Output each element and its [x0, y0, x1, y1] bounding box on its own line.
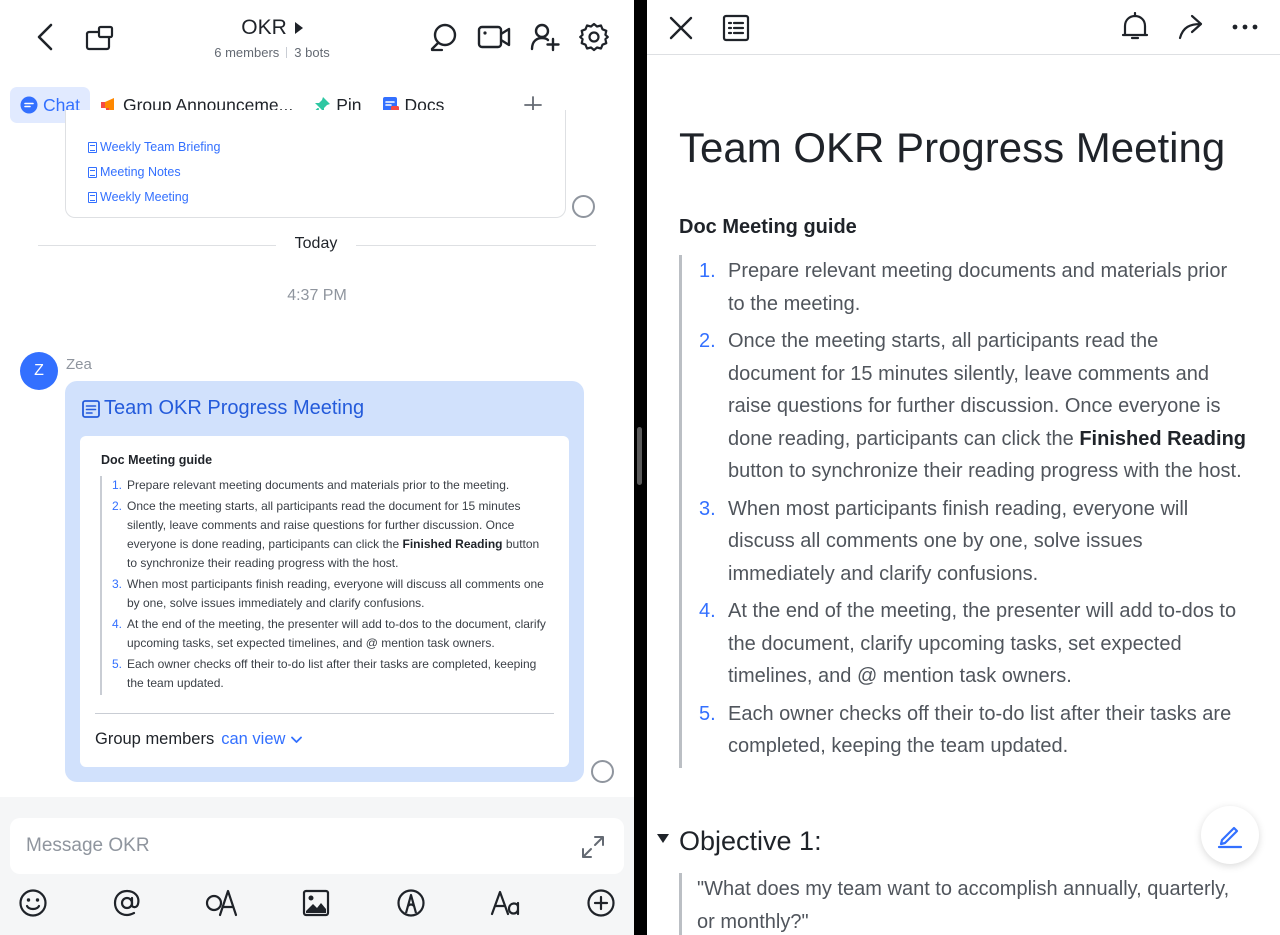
chat-pane: OKR 6 members 3 bots Chat Group Announce… — [0, 0, 634, 935]
member-count: 6 members — [214, 45, 280, 60]
preview-list: 1. Prepare relevant meeting documents and… — [100, 476, 550, 695]
doc-icon — [88, 191, 97, 203]
video-call-icon[interactable] — [476, 20, 512, 54]
mention-at-icon[interactable] — [110, 886, 144, 920]
doc-icon — [88, 141, 97, 153]
permission-dropdown[interactable]: can view — [221, 730, 303, 749]
permission-label: Group members — [95, 730, 215, 748]
preview-divider — [95, 713, 554, 714]
toolbar-divider — [647, 54, 1280, 55]
doc-card-title[interactable]: Team OKR Progress Meeting — [81, 397, 364, 420]
list-item: 5. Each owner checks off their to-do list… — [112, 657, 537, 690]
pencil-icon — [1217, 826, 1243, 849]
more-plus-icon[interactable] — [584, 886, 618, 920]
list-item: 1. Prepare relevant meeting documents and… — [112, 478, 510, 492]
doc-icon — [82, 399, 100, 418]
list-item[interactable]: 1. Prepare relevant meeting documents and… — [699, 255, 1249, 320]
chat-bubble-icon — [20, 96, 38, 114]
objective-quote[interactable]: "What does my team want to accomplish an… — [679, 873, 1239, 935]
expand-icon[interactable] — [578, 832, 608, 862]
list-item: 2. Once the meeting starts, all participa… — [112, 499, 540, 570]
share-icon[interactable] — [1174, 11, 1206, 43]
select-message-checkbox[interactable] — [572, 195, 595, 218]
image-icon[interactable] — [299, 886, 333, 920]
chat-header[interactable]: OKR 6 members 3 bots — [200, 16, 344, 60]
message-timestamp: 4:37 PM — [287, 287, 347, 304]
list-item: 3. When most participants finish reading,… — [112, 577, 544, 610]
list-item[interactable]: 2. Once the meeting starts, all participa… — [699, 325, 1249, 488]
doc-title[interactable]: Team OKR Progress Meeting — [679, 124, 1225, 172]
list-item[interactable]: 3. When most participants finish reading,… — [699, 493, 1249, 591]
more-options-icon[interactable] — [1229, 11, 1261, 43]
add-member-icon[interactable] — [528, 20, 562, 54]
select-message-checkbox[interactable] — [591, 760, 614, 783]
doc-icon — [88, 166, 97, 178]
chevron-down-icon — [291, 736, 303, 743]
doc-pane: Team OKR Progress Meeting Doc Meeting gu… — [647, 0, 1280, 935]
bot-count: 3 bots — [294, 45, 330, 60]
doc-section-heading[interactable]: Doc Meeting guide — [679, 216, 857, 239]
edit-pencil-button[interactable] — [1201, 806, 1259, 864]
chat-member-info: 6 members 3 bots — [200, 45, 344, 60]
doc-share-card[interactable]: Team OKR Progress Meeting Doc Meeting gu… — [65, 381, 584, 782]
text-format-icon[interactable] — [488, 886, 524, 920]
emoji-icon[interactable] — [16, 886, 50, 920]
outline-icon[interactable] — [720, 12, 752, 44]
avatar[interactable]: Z — [20, 352, 58, 390]
split-drag-handle[interactable] — [637, 427, 642, 485]
doc-preview[interactable]: Doc Meeting guide 1. Prepare relevant mee… — [80, 436, 569, 767]
sender-name: Zea — [66, 356, 92, 373]
date-divider-label: Today — [276, 235, 356, 253]
list-item[interactable]: 5. Each owner checks off their to-do list… — [699, 698, 1249, 763]
list-item: 4. At the end of the meeting, the present… — [112, 617, 546, 650]
collapse-caret-icon[interactable] — [657, 834, 669, 843]
back-icon[interactable] — [28, 20, 62, 54]
chat-title-arrow-icon — [294, 22, 303, 34]
font-ai-icon[interactable] — [204, 886, 240, 920]
previous-message-card[interactable]: Weekly Team Briefing Meeting Notes Weekl… — [65, 110, 566, 218]
close-icon[interactable] — [665, 12, 697, 44]
preview-heading: Doc Meeting guide — [101, 453, 213, 467]
notification-bell-icon[interactable] — [1119, 11, 1151, 43]
window-icon[interactable] — [83, 22, 117, 54]
message-input[interactable] — [26, 818, 566, 874]
message-composer — [10, 818, 624, 874]
permission-row: Group members can view — [95, 730, 303, 749]
doc-link-meeting-notes[interactable]: Meeting Notes — [88, 165, 181, 179]
settings-gear-icon[interactable] — [577, 20, 611, 54]
doc-link-weekly-meeting[interactable]: Weekly Meeting — [88, 190, 189, 204]
search-icon[interactable] — [427, 20, 461, 54]
doc-ordered-list: 1. Prepare relevant meeting documents and… — [679, 255, 1249, 768]
chat-title[interactable]: OKR — [241, 16, 303, 40]
objective-heading[interactable]: Objective 1: — [657, 826, 822, 857]
doc-link-weekly-team-briefing[interactable]: Weekly Team Briefing — [88, 140, 220, 154]
list-item[interactable]: 4. At the end of the meeting, the present… — [699, 595, 1249, 693]
draw-pen-icon[interactable] — [394, 886, 428, 920]
